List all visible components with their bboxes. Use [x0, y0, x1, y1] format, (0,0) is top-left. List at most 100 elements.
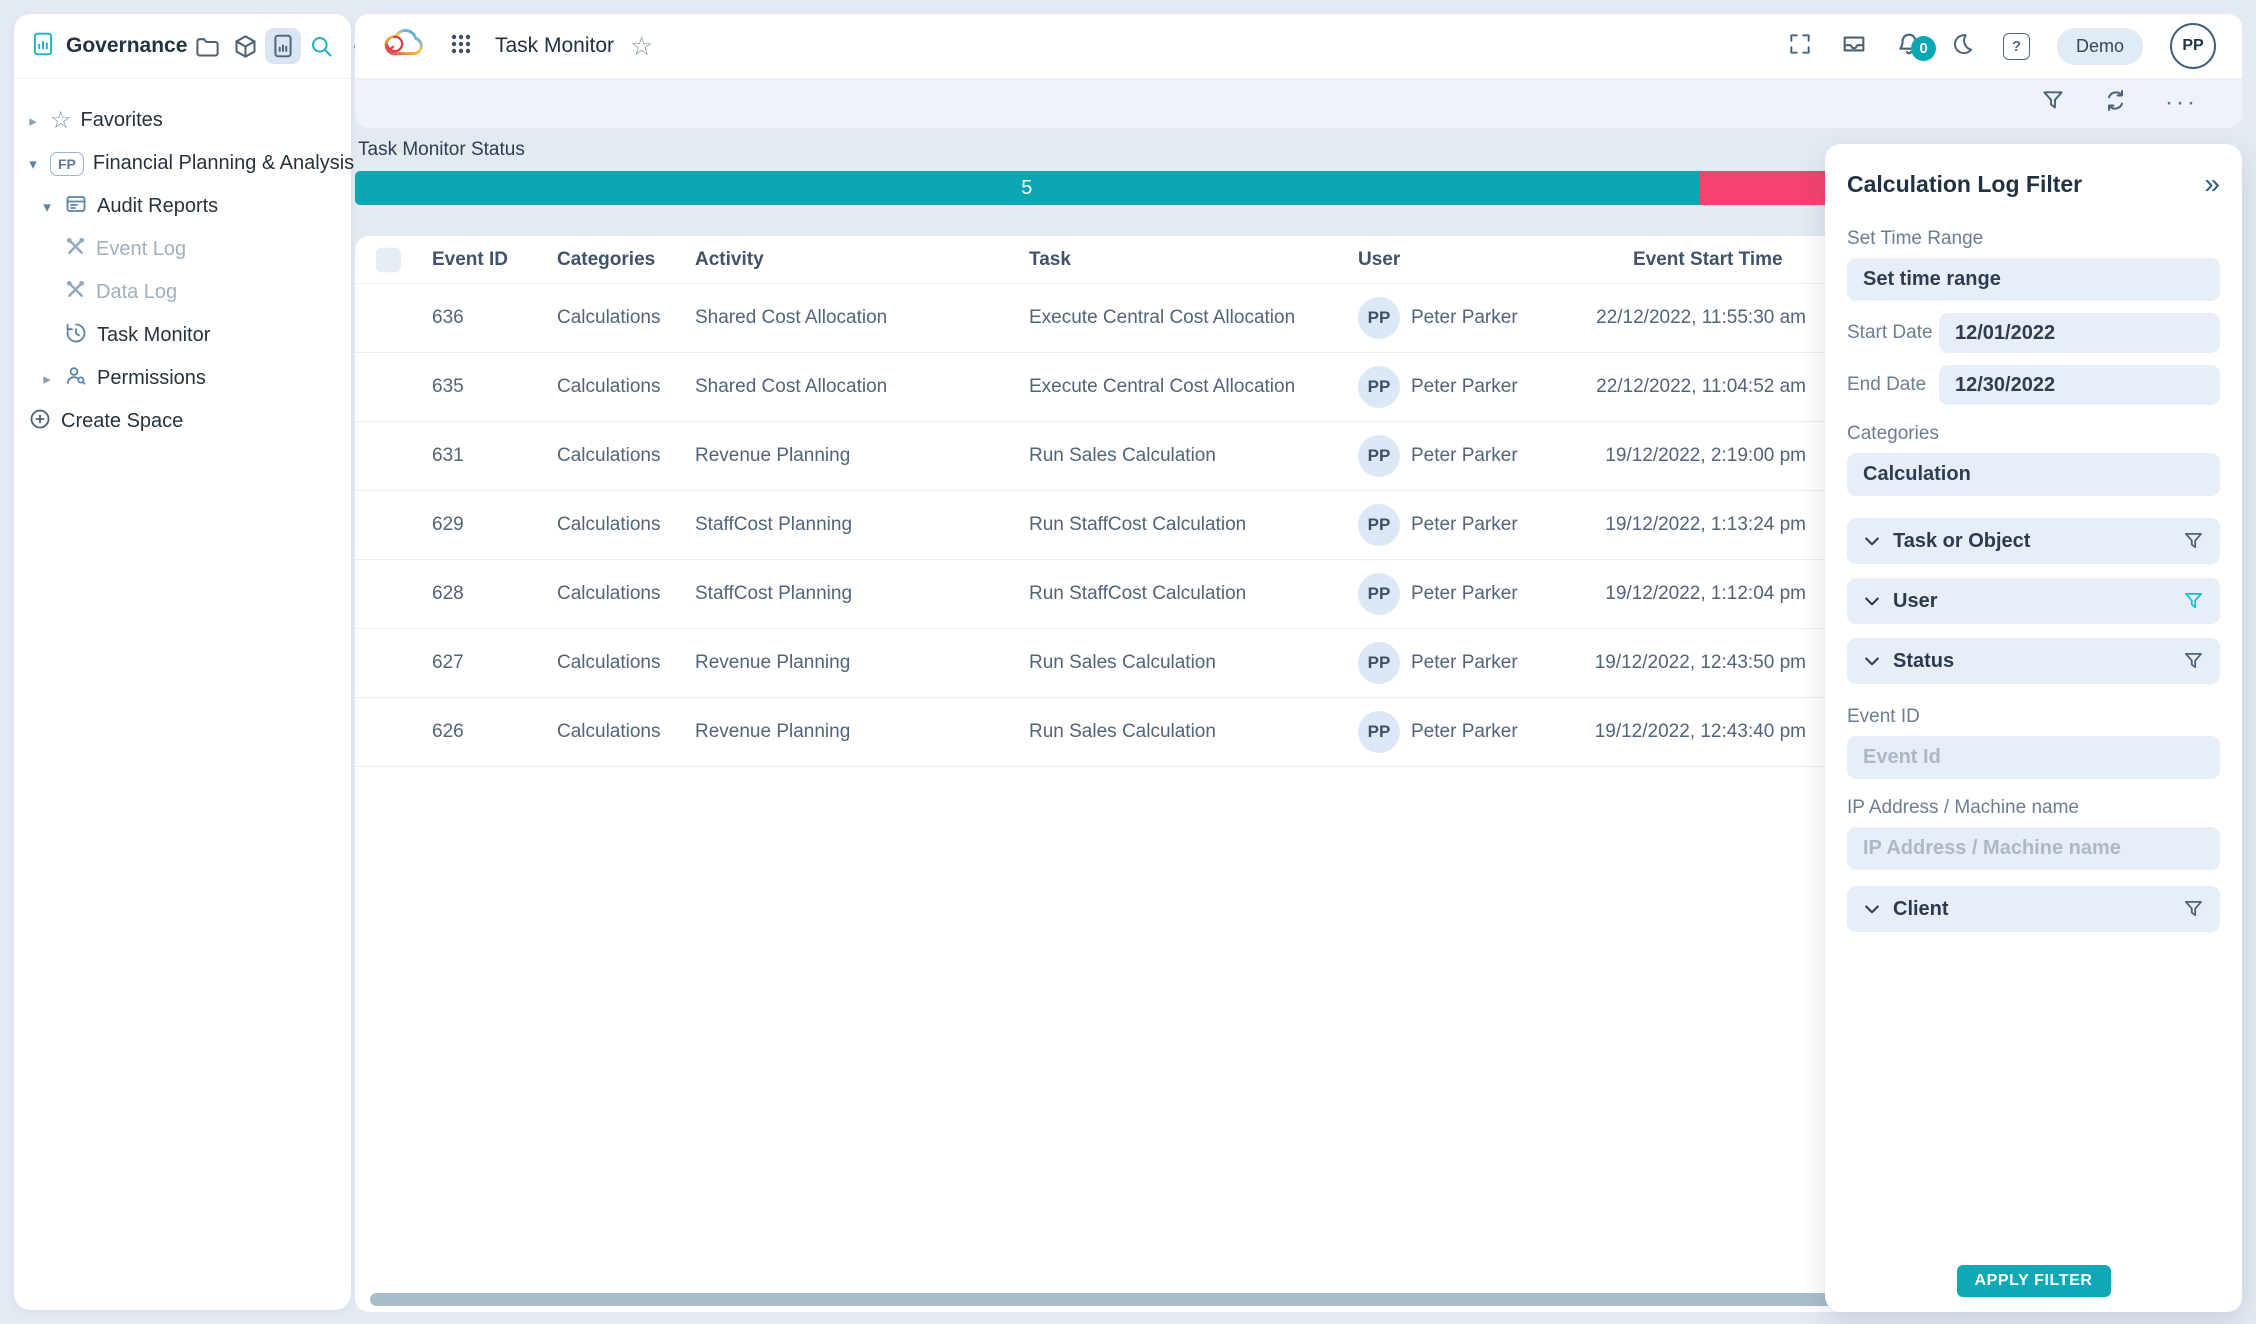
- column-header-categories[interactable]: Categories: [557, 249, 655, 271]
- sidebar-tree: ▸ ☆ Favorites ▾ FP Financial Planning & …: [14, 79, 351, 443]
- apply-filter-button[interactable]: APPLY FILTER: [1957, 1265, 2111, 1297]
- cell-categories: Calculations: [557, 652, 661, 674]
- chevron-down-icon: [1862, 899, 1882, 919]
- chevron-down-icon: [1862, 651, 1882, 671]
- cell-event-start-time: 22/12/2022, 11:55:30 am: [1505, 307, 1806, 329]
- circle-plus-icon: [28, 407, 52, 437]
- favorite-star-icon[interactable]: ☆: [630, 33, 653, 59]
- sidebar-item-label: Permissions: [97, 367, 206, 390]
- cell-user-name: Peter Parker: [1411, 721, 1518, 743]
- page-title: Task Monitor: [495, 34, 614, 58]
- cell-activity: Revenue Planning: [695, 721, 850, 743]
- funnel-icon-active[interactable]: [2182, 590, 2205, 613]
- user-avatar: PP: [1358, 366, 1400, 408]
- sidebar-item-create-space[interactable]: Create Space: [14, 400, 351, 443]
- accordion-client[interactable]: Client: [1847, 886, 2220, 932]
- funnel-icon[interactable]: [2182, 898, 2205, 921]
- sidebar-item-favorites[interactable]: ▸ ☆ Favorites: [14, 99, 351, 142]
- chevron-right-icon[interactable]: ▸: [25, 112, 41, 130]
- app-logo: [381, 28, 427, 65]
- calculation-log-filter-panel: Calculation Log Filter » Set Time Range …: [1825, 144, 2242, 1312]
- dark-mode-moon-icon[interactable]: [1950, 31, 1976, 62]
- notifications-bell-icon[interactable]: 0: [1895, 30, 1923, 63]
- funnel-icon[interactable]: [2182, 650, 2205, 673]
- table-toolbar: ···: [355, 78, 2242, 128]
- cell-task: Run Sales Calculation: [1029, 445, 1216, 467]
- cell-user-name: Peter Parker: [1411, 583, 1518, 605]
- column-header-event-start-time[interactable]: Event Start Time: [1633, 249, 1783, 271]
- cell-activity: StaffCost Planning: [695, 583, 852, 605]
- space-document-icon: [30, 30, 56, 63]
- sidebar-item-data-log[interactable]: Data Log: [14, 271, 351, 314]
- event-id-label: Event ID: [1847, 706, 2220, 728]
- cell-event-start-time: 19/12/2022, 1:13:24 pm: [1505, 514, 1806, 536]
- cell-task: Execute Central Cost Allocation: [1029, 376, 1295, 398]
- sidebar-item-permissions[interactable]: ▸ Permissions: [14, 357, 351, 400]
- sidebar-item-label: Event Log: [96, 238, 186, 261]
- end-date-input[interactable]: [1939, 365, 2220, 405]
- fullscreen-icon[interactable]: [1787, 31, 1813, 62]
- cell-event-start-time: 19/12/2022, 2:19:00 pm: [1505, 445, 1806, 467]
- chevron-right-icon[interactable]: ▸: [39, 370, 55, 388]
- main-header: Task Monitor ☆ 0 ? Demo PP: [355, 14, 2242, 78]
- accordion-task-or-object[interactable]: Task or Object: [1847, 518, 2220, 564]
- sidebar-item-event-log[interactable]: Event Log: [14, 228, 351, 271]
- help-icon[interactable]: ?: [2003, 33, 2030, 60]
- search-icon[interactable]: [303, 28, 339, 64]
- event-id-input[interactable]: [1847, 736, 2220, 779]
- cell-event-id: 629: [432, 514, 464, 536]
- sidebar-item-task-monitor[interactable]: Task Monitor: [14, 314, 351, 357]
- sidebar-header: Governance «: [14, 14, 351, 79]
- permissions-person-icon: [64, 364, 88, 394]
- end-date-label: End Date: [1847, 374, 1939, 396]
- chevron-down-icon[interactable]: ▾: [39, 198, 55, 216]
- refresh-icon[interactable]: [2102, 87, 2129, 119]
- select-all-checkbox[interactable]: [376, 247, 401, 272]
- column-header-activity[interactable]: Activity: [695, 249, 764, 271]
- cell-event-id: 626: [432, 721, 464, 743]
- cell-event-start-time: 19/12/2022, 12:43:40 pm: [1505, 721, 1806, 743]
- sidebar-item-audit-reports[interactable]: ▾ Audit Reports: [14, 185, 351, 228]
- accordion-status[interactable]: Status: [1847, 638, 2220, 684]
- tools-icon: [64, 278, 87, 307]
- cell-user-name: Peter Parker: [1411, 652, 1518, 674]
- reports-document-icon[interactable]: [265, 28, 301, 64]
- cell-categories: Calculations: [557, 376, 661, 398]
- chevron-down-icon: [1862, 591, 1882, 611]
- ip-address-input[interactable]: [1847, 827, 2220, 870]
- cell-event-id: 628: [432, 583, 464, 605]
- cell-user-name: Peter Parker: [1411, 514, 1518, 536]
- column-header-task[interactable]: Task: [1029, 249, 1071, 271]
- cell-event-id: 627: [432, 652, 464, 674]
- chevron-down-icon: [1862, 531, 1882, 551]
- sidebar-item-label: Create Space: [61, 410, 183, 433]
- star-icon: ☆: [50, 109, 72, 133]
- models-cube-icon[interactable]: [227, 28, 263, 64]
- user-avatar-button[interactable]: PP: [2170, 23, 2216, 69]
- column-header-user[interactable]: User: [1358, 249, 1400, 271]
- sidebar-item-financial-planning[interactable]: ▾ FP Financial Planning & Analysis: [14, 142, 351, 185]
- cell-event-start-time: 22/12/2022, 11:04:52 am: [1505, 376, 1806, 398]
- column-header-event-id[interactable]: Event ID: [432, 249, 508, 271]
- cell-task: Run Sales Calculation: [1029, 721, 1216, 743]
- app-window: Governance « ▸ ☆ Favorites ▾ F: [0, 0, 2256, 1324]
- collapse-panel-icon[interactable]: »: [2204, 170, 2220, 198]
- environment-badge[interactable]: Demo: [2057, 28, 2143, 65]
- funnel-icon[interactable]: [2182, 530, 2205, 553]
- filter-funnel-icon[interactable]: [2040, 88, 2066, 119]
- sidebar-item-label: Favorites: [81, 109, 163, 132]
- report-list-icon: [64, 192, 88, 222]
- chevron-down-icon[interactable]: ▾: [25, 155, 41, 173]
- accordion-user[interactable]: User: [1847, 578, 2220, 624]
- start-date-input[interactable]: [1939, 313, 2220, 353]
- sidebar-item-label: Financial Planning & Analysis: [93, 152, 354, 175]
- inbox-icon[interactable]: [1840, 30, 1868, 63]
- app-grid-icon[interactable]: [449, 32, 473, 61]
- status-segment-success[interactable]: 5: [355, 171, 1699, 205]
- files-folder-icon[interactable]: [189, 28, 225, 64]
- ip-address-label: IP Address / Machine name: [1847, 797, 2220, 819]
- cell-activity: Shared Cost Allocation: [695, 307, 887, 329]
- set-time-range-select[interactable]: [1847, 258, 2220, 301]
- cell-user-name: Peter Parker: [1411, 376, 1518, 398]
- categories-select[interactable]: [1847, 453, 2220, 496]
